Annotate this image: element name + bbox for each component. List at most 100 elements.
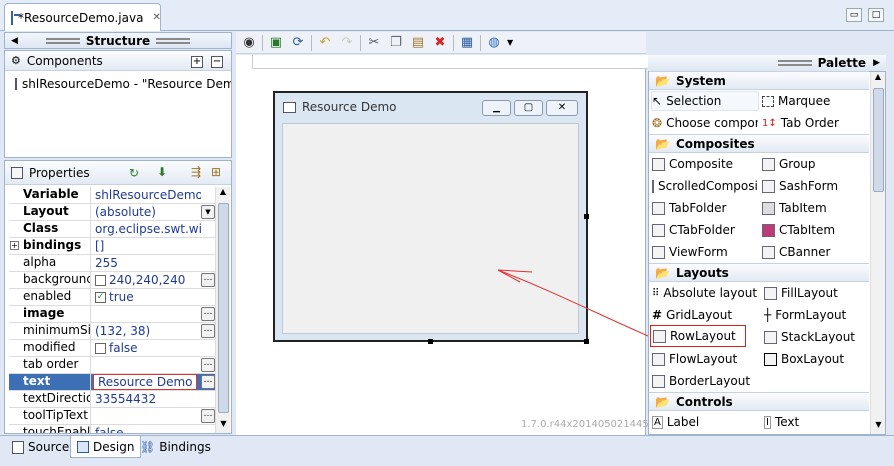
property-value[interactable]: shlResourceDemo (91, 187, 201, 203)
property-value[interactable]: ✓ true (91, 289, 201, 305)
property-row[interactable]: image… (9, 306, 215, 323)
property-value[interactable] (91, 408, 201, 424)
collapse-right-icon[interactable]: ▶ (873, 58, 880, 68)
palette-section-controls[interactable]: 📂 Controls (649, 392, 869, 411)
chevron-down-icon[interactable]: ▼ (507, 38, 513, 47)
ellipsis-button[interactable]: … (201, 375, 215, 389)
design-canvas[interactable]: Resource Demo ▁ ▢ ✕ 1.7.0.r44x2014050214… (236, 55, 662, 435)
checkbox-icon[interactable] (95, 342, 106, 354)
show-advanced-icon[interactable]: ⇶ (191, 165, 201, 179)
maximize-button[interactable]: □ (868, 8, 884, 22)
collapse-left-icon[interactable]: ◀ (11, 36, 18, 46)
property-row[interactable]: Class org.eclipse.swt.widgets.Shell (9, 221, 215, 238)
palette-item-ctabitem[interactable]: CTabItem (762, 220, 835, 240)
collapse-all-icon[interactable]: − (211, 56, 223, 68)
resize-handle[interactable] (584, 214, 589, 219)
property-value[interactable]: false (91, 340, 201, 356)
ellipsis-button[interactable]: … (201, 324, 215, 338)
palette-item-composite[interactable]: Composite (652, 154, 733, 174)
palette-item-ctabfolder[interactable]: CTabFolder (652, 220, 735, 240)
scroll-down-icon[interactable]: ▼ (216, 419, 231, 433)
property-row[interactable]: textDirection 33554432 (9, 391, 215, 408)
palette-item-sashform[interactable]: SashForm (762, 176, 838, 196)
property-value[interactable]: (absolute) (91, 204, 201, 220)
ellipsis-button[interactable]: … (201, 307, 215, 321)
palette-item-choose-component[interactable]: ❂Choose component... (652, 113, 758, 133)
property-row[interactable]: touchEnabled false (9, 425, 215, 433)
refresh-icon[interactable]: ▣ (267, 34, 285, 52)
scroll-up-icon[interactable]: ▲ (216, 187, 230, 201)
expand-all-icon[interactable]: + (191, 56, 203, 68)
palette-item-flowlayout[interactable]: FlowLayout (652, 349, 737, 369)
redo-icon[interactable]: ↷ (338, 34, 356, 52)
delete-icon[interactable]: ✖ (431, 34, 449, 52)
property-row[interactable]: Layout (absolute) ▼ (9, 204, 215, 221)
tab-source[interactable]: Source (6, 436, 75, 458)
palette-item-formlayout[interactable]: ┼ FormLayout (764, 305, 846, 325)
minimize-button[interactable]: ▭ (846, 8, 862, 22)
goto-definition-icon[interactable]: ⬇ (157, 165, 167, 179)
property-row[interactable]: alpha 255 (9, 255, 215, 272)
property-row[interactable]: tab order… (9, 357, 215, 374)
scroll-up-icon[interactable]: ▲ (871, 72, 885, 86)
editor-tab[interactable]: *ResourceDemo.java ✕ (4, 3, 161, 31)
palette-item-tab-order[interactable]: 1↕ Tab Order (762, 113, 839, 133)
undo-icon[interactable]: ↶ (316, 34, 334, 52)
palette-item-group[interactable]: Group (762, 154, 816, 174)
palette-item-cbanner[interactable]: CBanner (762, 242, 831, 262)
property-value[interactable]: [] (91, 238, 201, 254)
expand-icon[interactable]: + (10, 241, 19, 250)
default-values-icon[interactable]: ⊞ (211, 165, 221, 179)
globe-icon[interactable]: ◍ (485, 34, 503, 52)
scroll-down-icon[interactable]: ▼ (871, 420, 886, 434)
property-row[interactable]: toolTipText… (9, 408, 215, 425)
property-value[interactable]: 240,240,240 (91, 272, 201, 288)
palette-item-scrolledcomposite[interactable]: ScrolledComposite (652, 176, 758, 196)
property-value[interactable]: (132, 38) (91, 323, 201, 339)
palette-item-rowlayout[interactable]: RowLayout (650, 325, 746, 347)
scroll-thumb[interactable] (218, 203, 229, 413)
palette-item-viewform[interactable]: ViewForm (652, 242, 728, 262)
property-row[interactable]: enabled ✓ true (9, 289, 215, 306)
property-value[interactable]: 255 (91, 255, 201, 271)
ellipsis-button[interactable]: … (201, 358, 215, 372)
property-row[interactable]: background 240,240,240… (9, 272, 215, 289)
color-swatch-icon[interactable] (95, 274, 106, 286)
palette-item-selection[interactable]: ↖ Selection (651, 91, 759, 111)
palette-item-tabitem[interactable]: TabItem (762, 198, 827, 218)
palette-item-label[interactable]: A Label (652, 412, 699, 432)
palette-section-layouts[interactable]: 📂 Layouts (649, 263, 869, 282)
property-value[interactable]: Resource Demo (93, 374, 197, 390)
cut-icon[interactable]: ✂ (365, 34, 383, 52)
palette-item-tabfolder[interactable]: TabFolder (652, 198, 726, 218)
palette-section-composites[interactable]: 📂 Composites (649, 134, 869, 153)
close-icon[interactable]: ✕ (152, 12, 160, 23)
property-value[interactable]: org.eclipse.swt.widgets.Shell (91, 221, 201, 237)
property-value[interactable]: 33554432 (91, 391, 201, 407)
property-row[interactable]: Variable shlResourceDemo (9, 187, 215, 204)
ellipsis-button[interactable]: … (201, 273, 215, 287)
checkbox-checked-icon[interactable]: ✓ (95, 291, 106, 303)
chevron-down-icon[interactable]: ▼ (201, 205, 215, 219)
resize-handle[interactable] (428, 339, 433, 344)
palette-section-system[interactable]: 📂 System (649, 71, 869, 90)
reparse-icon[interactable]: ⟳ (289, 34, 307, 52)
tab-bindings[interactable]: ⛓ Bindings (134, 436, 217, 458)
palette-item-gridlayout[interactable]: # GridLayout (652, 305, 732, 325)
palette-item-borderlayout[interactable]: BorderLayout (652, 371, 750, 391)
properties-scrollbar[interactable]: ▲ ▼ (215, 187, 230, 433)
paste-icon[interactable]: ▤ (409, 34, 427, 52)
palette-item-absolute-layout[interactable]: ⠿ Absolute layout (652, 283, 757, 303)
palette-item-filllayout[interactable]: FillLayout (764, 283, 838, 303)
property-row[interactable]: text Resource Demo… (9, 374, 215, 391)
property-value[interactable] (91, 357, 201, 373)
palette-item-marquee[interactable]: Marquee (762, 91, 830, 111)
show-events-icon[interactable]: ↻ (129, 166, 139, 180)
property-value[interactable]: false (91, 425, 201, 433)
ellipsis-button[interactable]: … (201, 409, 215, 423)
tab-design[interactable]: Design (70, 436, 142, 458)
palette-item-stacklayout[interactable]: StackLayout (764, 327, 855, 347)
copy-icon[interactable]: ❐ (387, 34, 405, 52)
property-row[interactable]: modified false (9, 340, 215, 357)
palette-item-boxlayout[interactable]: BoxLayout (764, 349, 844, 369)
